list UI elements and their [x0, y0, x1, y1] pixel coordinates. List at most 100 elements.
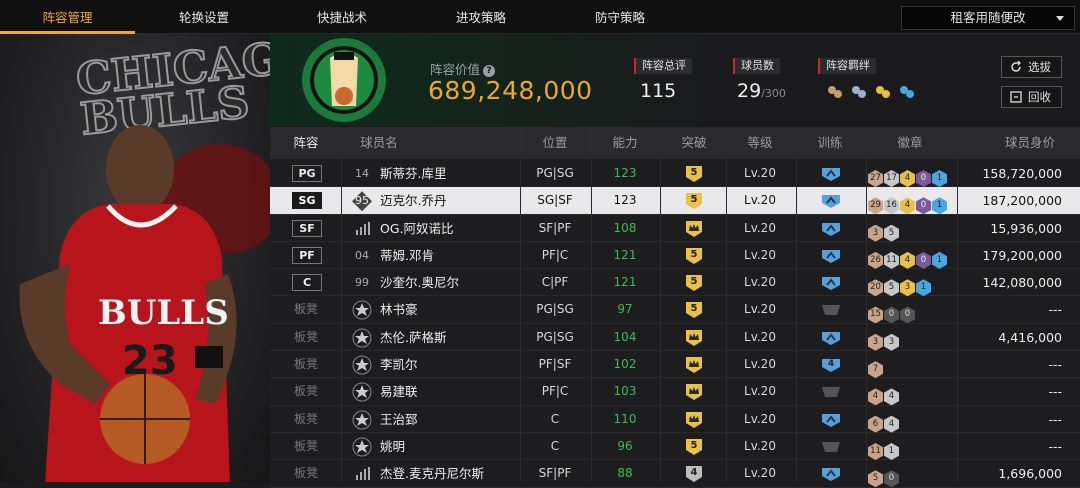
training-up-icon[interactable] [821, 331, 841, 345]
bench-label: 板凳 [294, 357, 319, 372]
badge-list[interactable]: 15 0 0 [868, 301, 916, 324]
player-name[interactable]: 杰登.麦克丹尼尔斯 [380, 460, 484, 487]
player-ability: 110 [613, 411, 637, 426]
col-training[interactable]: 训练 [802, 127, 858, 159]
rank-bars-icon [356, 467, 370, 481]
player-name[interactable]: 李凯尔 [380, 351, 418, 378]
mode-select[interactable]: 租客用随便改 [901, 6, 1075, 30]
player-level: Lv.20 [744, 384, 776, 399]
star-rank-icon [352, 328, 372, 348]
table-row[interactable]: PF 04 蒂姆.邓肯 PF|C 121 5 Lv.20 26 11 4 0 1 179,200,000 [270, 241, 1080, 270]
badge-count: 0 [900, 306, 915, 324]
badge-count: 16 [884, 197, 899, 215]
table-row[interactable]: 板凳 王治郅 C 110 Lv.20 6 4 --- [270, 405, 1080, 433]
col-position[interactable]: 位置 [525, 127, 585, 159]
player-name[interactable]: 蒂姆.邓肯 [380, 242, 434, 269]
breakthrough-badge: 5 [685, 247, 703, 264]
badge-list[interactable]: 33 [868, 329, 900, 351]
select-button[interactable]: 选拔 [1001, 56, 1062, 78]
player-position: PG|SG [536, 166, 574, 180]
training-up-icon[interactable] [821, 167, 841, 181]
position-badge[interactable]: SF [292, 219, 322, 237]
jersey-number: 04 [355, 248, 369, 262]
player-name[interactable]: 姚明 [380, 433, 405, 460]
player-name[interactable]: 杰伦.萨格斯 [380, 324, 446, 351]
training-up-icon[interactable] [821, 276, 841, 291]
badge-list[interactable]: 35 [868, 220, 900, 242]
table-row[interactable]: PG 14 斯蒂芬.库里 PG|SG 123 5 Lv.20 27 17 4 0 1 158,720,0… [270, 160, 1080, 188]
tab-lineup[interactable]: 阵容管理 [0, 0, 135, 34]
table-row[interactable]: SF OG.阿奴诺比 SF|PF 108 Lv.20 3 5 15,936,000 [270, 214, 1080, 242]
table-row[interactable]: C 99 沙奎尔.奥尼尔 C|PF 121 5 Lv.20 20 5 3 1 142,080,000 [270, 269, 1080, 297]
training-up-icon[interactable] [821, 194, 841, 209]
player-name[interactable]: 迈克尔.乔丹 [380, 187, 446, 214]
bench-label: 板凳 [294, 466, 319, 481]
training-empty-icon[interactable] [821, 303, 841, 317]
table-row[interactable]: SG 95 迈克尔.乔丹 SG|SF 123 5 Lv.20 29 16 4 0 1 187,200,0… [270, 187, 1080, 215]
tab-rotation[interactable]: 轮换设置 [135, 0, 273, 34]
tab-defense[interactable]: 防守策略 [551, 0, 689, 34]
star-rank-icon [352, 300, 372, 320]
player-ability: 121 [613, 275, 637, 290]
player-price: 179,200,000 [982, 247, 1062, 263]
player-portrait-image: BULLS 23 [19, 125, 237, 482]
training-up-icon[interactable] [821, 222, 841, 236]
training-level-icon[interactable]: 4 [821, 358, 841, 373]
player-position: C|PF [541, 275, 569, 290]
badge-list[interactable]: 20 5 3 1 [868, 274, 932, 297]
table-row[interactable]: 板凳 易建联 PF|C 103 Lv.20 4 4 --- [270, 378, 1080, 406]
player-ability: 121 [613, 247, 637, 262]
crown-icon [686, 384, 702, 401]
player-level: Lv.20 [744, 411, 776, 426]
col-name[interactable]: 球员名 [354, 127, 404, 159]
col-ability[interactable]: 能力 [595, 127, 655, 159]
player-name[interactable]: 沙奎尔.奥尼尔 [380, 269, 459, 296]
training-empty-icon[interactable] [821, 385, 841, 399]
badge-list[interactable]: 29 16 4 0 1 [868, 192, 948, 215]
badge-list[interactable]: 50 [868, 465, 900, 488]
rank-bars-icon [356, 221, 370, 235]
crown-icon [686, 357, 702, 374]
player-name[interactable]: OG.阿奴诺比 [380, 215, 454, 242]
col-level[interactable]: 等级 [730, 127, 790, 159]
player-name[interactable]: 易建联 [380, 378, 418, 405]
badge-list[interactable]: 11 1 [868, 438, 900, 460]
table-row[interactable]: 板凳 姚明 C 96 5 Lv.20 11 1 --- [270, 432, 1080, 461]
table-row[interactable]: 板凳 杰伦.萨格斯 PG|SG 104 Lv.20 3 3 4,416,000 [270, 323, 1080, 352]
col-breakthrough[interactable]: 突破 [664, 127, 724, 159]
player-ability: 103 [613, 384, 637, 399]
table-row[interactable]: 板凳 李凯尔 PF|SF 102 Lv.20 4 7 --- [270, 351, 1080, 379]
player-name[interactable]: 斯蒂芬.库里 [380, 160, 446, 187]
table-row[interactable]: 板凳 杰登.麦克丹尼尔斯 SF|PF 88 4 Lv.20 5 0 1,696,000 [270, 460, 1080, 488]
training-empty-icon[interactable] [821, 440, 841, 454]
training-up-icon[interactable] [821, 467, 841, 482]
recycle-button[interactable]: 回收 [1001, 86, 1062, 108]
roster-table-body: PG 14 斯蒂芬.库里 PG|SG 123 5 Lv.20 27 17 4 0 1 158,720,0… [270, 160, 1080, 488]
tab-offense[interactable]: 进攻策略 [411, 0, 551, 34]
position-badge[interactable]: PF [292, 246, 322, 264]
player-name[interactable]: 王治郅 [380, 406, 418, 433]
table-row[interactable]: 板凳 林书豪 PG|SG 97 5 Lv.20 15 0 0 --- [270, 296, 1080, 324]
training-up-icon[interactable] [821, 249, 841, 263]
player-position: PF|SF [538, 357, 572, 372]
bond-icons[interactable] [824, 82, 918, 104]
col-price[interactable]: 球员身价 [990, 127, 1070, 159]
position-badge[interactable]: C [292, 274, 322, 292]
player-position: C [550, 411, 560, 426]
bench-label: 板凳 [294, 329, 319, 344]
col-badges[interactable]: 徽章 [880, 127, 940, 159]
player-price: 1,696,000 [998, 466, 1062, 482]
jersey-number: 95 [352, 191, 372, 212]
badge-count: 3 [868, 224, 883, 242]
badge-list[interactable]: 64 [868, 411, 900, 433]
badge-list[interactable]: 27 17 4 0 1 [868, 165, 948, 187]
position-badge[interactable]: SG [292, 192, 322, 210]
badge-list[interactable]: 26 11 4 0 1 [868, 247, 948, 269]
tab-tactics[interactable]: 快捷战术 [273, 0, 411, 34]
badge-list[interactable]: 44 [868, 383, 900, 406]
col-lineup[interactable]: 阵容 [270, 127, 342, 159]
player-name[interactable]: 林书豪 [380, 296, 418, 323]
badge-list[interactable]: 7 [868, 356, 884, 379]
position-badge[interactable]: PG [292, 165, 322, 182]
training-up-icon[interactable] [821, 413, 841, 427]
